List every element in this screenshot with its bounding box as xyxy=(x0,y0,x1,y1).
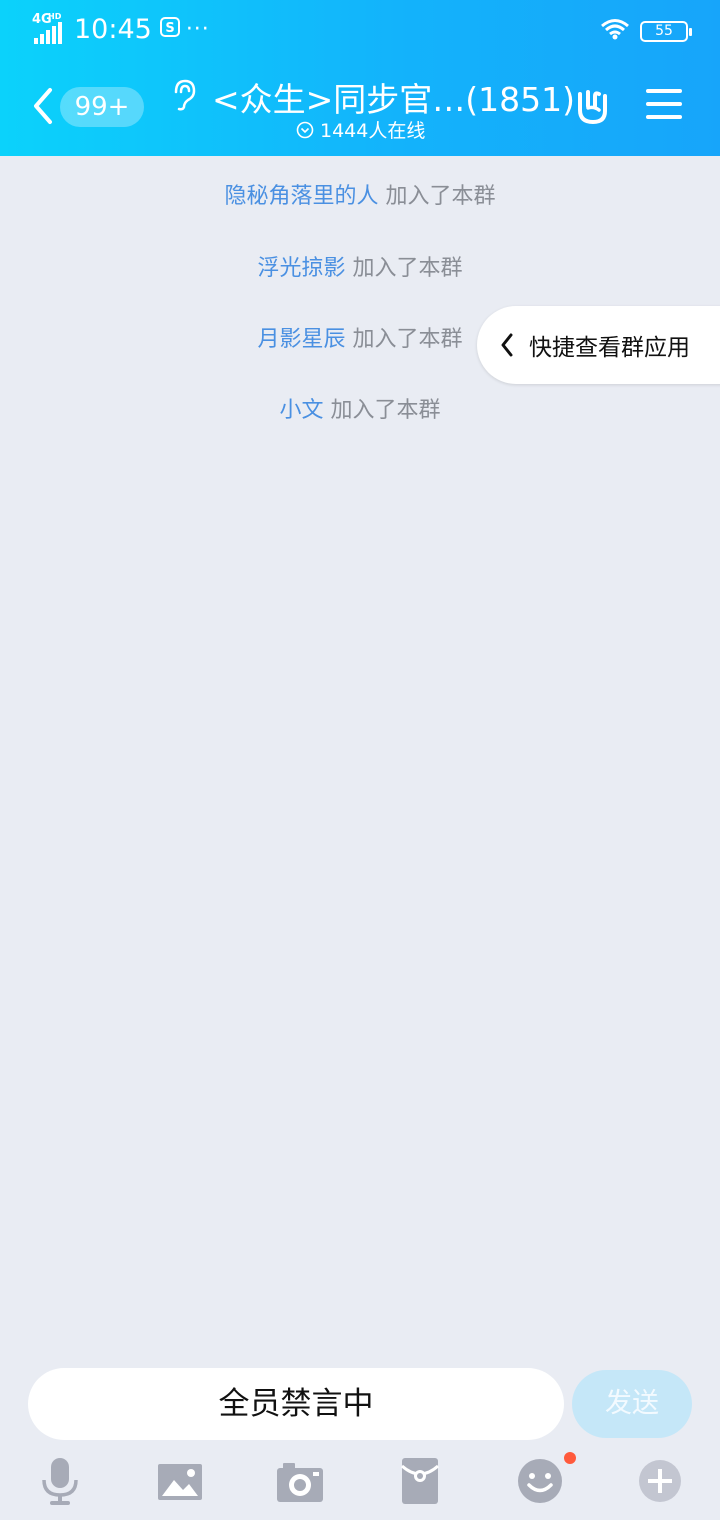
member-name[interactable]: 隐秘角落里的人 xyxy=(224,184,378,209)
svg-text:S: S xyxy=(165,21,174,36)
system-message: 小文 加入了本群 xyxy=(0,392,720,424)
wifi-icon xyxy=(600,18,630,44)
ear-icon[interactable] xyxy=(170,78,198,112)
camera-icon[interactable] xyxy=(275,1456,325,1506)
message-text: 加入了本群 xyxy=(345,327,463,352)
emoji-icon[interactable] xyxy=(515,1456,565,1506)
status-time: 10:45 xyxy=(74,14,152,45)
red-packet-icon[interactable] xyxy=(395,1456,445,1506)
quick-group-apps-panel[interactable]: 快捷查看群应用 xyxy=(477,306,720,384)
online-count[interactable]: 1444人在线 xyxy=(296,116,425,143)
chevron-left-icon xyxy=(501,333,513,357)
system-message: 隐秘角落里的人 加入了本群 xyxy=(0,178,720,210)
member-name[interactable]: 浮光掠影 xyxy=(257,256,345,281)
message-input[interactable]: 全员禁言中 xyxy=(28,1368,564,1440)
status-bar: 4G HD 10:45 S ··· 55 xyxy=(0,10,720,50)
send-button[interactable]: 发送 xyxy=(572,1370,692,1438)
chat-header: 4G HD 10:45 S ··· 55 99+ <众生>同步官…(1851) … xyxy=(0,0,720,156)
network-extra: HD xyxy=(48,11,62,21)
message-text: 加入了本群 xyxy=(345,256,463,281)
unread-badge[interactable]: 99+ xyxy=(60,87,144,127)
rock-hand-icon[interactable] xyxy=(572,84,614,126)
mic-icon[interactable] xyxy=(35,1456,85,1506)
app-notification-icon: S xyxy=(159,17,180,42)
notification-dot xyxy=(564,1452,576,1464)
battery-indicator: 55 xyxy=(640,20,692,42)
member-name[interactable]: 月影星辰 xyxy=(257,327,345,352)
image-icon[interactable] xyxy=(155,1456,205,1506)
online-text: 1444人在线 xyxy=(320,120,426,142)
signal-icon: 4G HD xyxy=(32,12,66,44)
menu-button[interactable] xyxy=(646,89,682,119)
group-title[interactable]: <众生>同步官…(1851) xyxy=(212,73,575,121)
system-message: 浮光掠影 加入了本群 xyxy=(0,250,720,282)
quick-panel-label: 快捷查看群应用 xyxy=(529,335,690,361)
back-button[interactable] xyxy=(28,84,58,128)
message-text: 加入了本群 xyxy=(378,184,496,209)
plus-icon[interactable] xyxy=(635,1456,685,1506)
member-name[interactable]: 小文 xyxy=(279,398,323,423)
chevron-circle-icon xyxy=(296,121,314,138)
more-notifications: ··· xyxy=(185,17,210,42)
message-text: 加入了本群 xyxy=(323,398,441,423)
